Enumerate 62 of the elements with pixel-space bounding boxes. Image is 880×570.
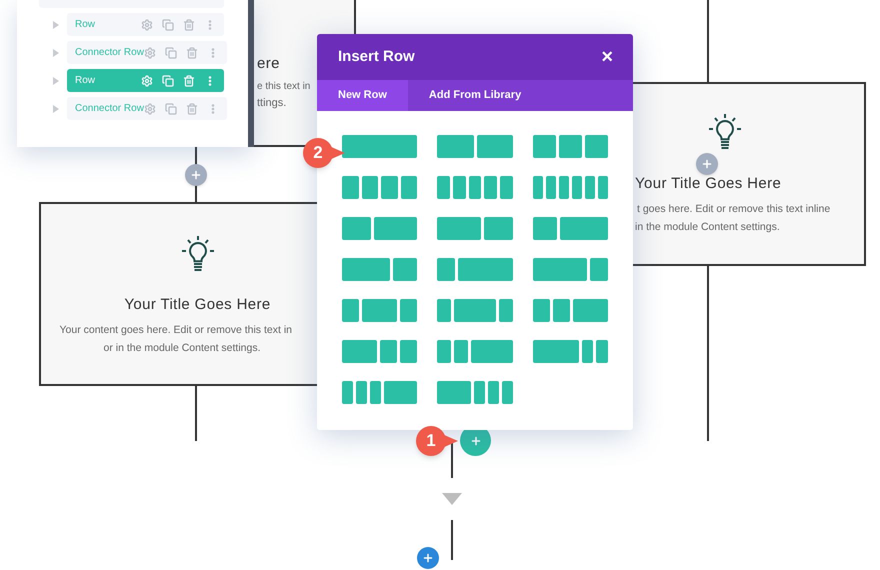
delete-icon[interactable]	[183, 74, 195, 86]
close-button[interactable]: ×	[601, 47, 613, 67]
expand-caret-icon[interactable]	[53, 104, 59, 112]
column-layout-option[interactable]	[532, 176, 608, 199]
column-layout-option[interactable]	[342, 176, 418, 199]
card-text: in the module Content settings.	[635, 220, 780, 234]
column-layout-option[interactable]	[437, 217, 513, 240]
duplicate-icon[interactable]	[162, 18, 174, 30]
column-layout-option[interactable]	[437, 381, 513, 404]
layer-item[interactable]: Row	[67, 69, 224, 92]
duplicate-icon[interactable]	[164, 46, 177, 58]
delete-icon[interactable]	[186, 102, 198, 114]
card-title: Your Title Goes Here	[635, 174, 782, 194]
column-layout-option[interactable]	[342, 217, 418, 240]
card-text: Your content goes here. Edit or remove this text in	[60, 322, 292, 338]
column-layout-option[interactable]	[437, 258, 513, 281]
plus-icon	[701, 158, 713, 170]
settings-icon[interactable]	[144, 46, 156, 58]
add-button[interactable]	[185, 164, 207, 186]
column-layout-option[interactable]	[532, 299, 608, 322]
layer-item[interactable]: Connector Row	[67, 41, 227, 64]
add-section-button[interactable]	[417, 547, 439, 569]
layer-label: Connector Row	[75, 102, 144, 116]
plus-icon	[470, 434, 482, 446]
layer-label: Row	[75, 18, 96, 32]
expand-caret-icon[interactable]	[53, 76, 59, 84]
layer-label: Row	[75, 74, 96, 88]
column-layout-option[interactable]	[532, 340, 608, 363]
column-layout-option[interactable]	[437, 176, 513, 199]
column-layout-option[interactable]	[342, 340, 418, 363]
plus-icon	[190, 169, 202, 181]
expand-caret-icon[interactable]	[53, 48, 59, 56]
layer-label: Connector Row	[75, 46, 144, 60]
modal-tab[interactable]: New Row	[317, 80, 408, 111]
column-layout-option[interactable]	[532, 135, 608, 158]
column-layout-option[interactable]	[437, 135, 513, 158]
card-title: ere	[257, 54, 280, 74]
card-text: t goes here. Edit or remove this text inline	[637, 202, 830, 216]
column-layout-option[interactable]	[437, 340, 513, 363]
delete-icon[interactable]	[186, 46, 198, 58]
card-title: Your Title Goes Here	[124, 295, 271, 315]
settings-icon[interactable]	[144, 102, 156, 114]
column-layout-option[interactable]	[532, 258, 608, 281]
layer-item[interactable]: Connector Row	[67, 97, 227, 120]
card-text: ttings.	[257, 96, 286, 111]
settings-icon[interactable]	[141, 18, 153, 30]
expand-caret-icon[interactable]	[53, 20, 59, 28]
plus-icon	[422, 552, 434, 564]
delete-icon[interactable]	[183, 18, 195, 30]
modal-title: Insert Row	[338, 46, 415, 67]
layer-item[interactable]: Row	[67, 13, 224, 36]
modal-tab[interactable]: Add From Library	[408, 80, 542, 111]
duplicate-icon[interactable]	[162, 74, 174, 86]
card-text: or in the module Content settings.	[104, 340, 261, 356]
column-layout-option[interactable]	[342, 299, 418, 322]
down-triangle-icon	[442, 493, 462, 505]
column-layout-option[interactable]	[342, 258, 418, 281]
duplicate-icon[interactable]	[164, 102, 177, 114]
column-layout-option[interactable]	[437, 299, 513, 322]
column-layout-option[interactable]	[532, 217, 608, 240]
card-text: e this text in	[257, 80, 310, 94]
column-layout-option[interactable]	[342, 381, 418, 404]
